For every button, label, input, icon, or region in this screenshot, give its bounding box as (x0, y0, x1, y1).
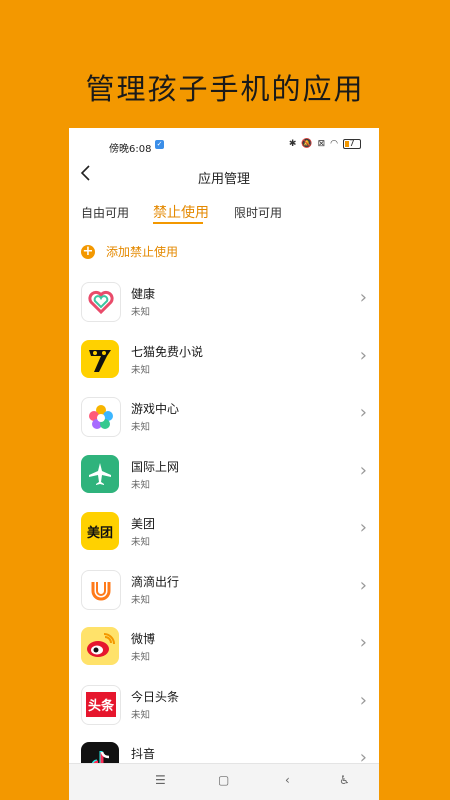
app-status: 未知 (131, 594, 151, 606)
phone-screen: 傍晚6:08 ✓ ✱ 🔕 ⊠ ◠ 7 应用管理 自由可用 禁止使用 限时可用 +… (69, 128, 379, 800)
home-square-icon[interactable]: ▢ (218, 773, 229, 787)
app-status: 未知 (131, 479, 151, 491)
app-status: 未知 (131, 537, 151, 548)
back-triangle-icon[interactable]: ‹ (285, 773, 290, 787)
tab-bar: 自由可用 禁止使用 限时可用 (69, 198, 379, 230)
status-time: 傍晚6:08 (109, 144, 152, 155)
menu-icon[interactable]: ☰ (155, 773, 166, 787)
bluetooth-icon: ✱ (288, 139, 297, 149)
plus-circle-icon: + (81, 243, 95, 259)
wifi-icon: ◠ (330, 139, 338, 149)
app-name: 滴滴出行 (131, 574, 180, 589)
app-name: 今日头条 (131, 689, 180, 704)
headline: 管理孩子手机的应用 (85, 72, 365, 106)
battery-icon: 7 (343, 139, 361, 149)
app-notification-icon: ✓ (155, 140, 164, 149)
active-tab-indicator (153, 222, 203, 224)
app-status: 未知 (131, 422, 151, 433)
sim-icon: ⊠ (317, 139, 326, 149)
chevron-right-icon: › (359, 344, 367, 366)
page-title: 应用管理 (197, 172, 250, 187)
health-heart-icon (81, 282, 121, 322)
mute-icon: 🔕 (301, 139, 313, 149)
app-status: 未知 (131, 307, 151, 318)
add-forbidden-button[interactable]: + 添加禁止使用 (81, 243, 178, 260)
airplane-icon (81, 454, 119, 493)
meituan-icon: 美团 (81, 512, 119, 550)
chevron-right-icon: › (359, 517, 367, 538)
chevron-right-icon: › (359, 459, 367, 481)
tab-time-limited[interactable]: 限时可用 (234, 204, 282, 221)
app-status: 未知 (131, 364, 151, 376)
app-item-meituan[interactable]: 美团 美团 未知 › (69, 503, 379, 561)
app-name: 国际上网 (131, 459, 180, 474)
app-item-qimao[interactable]: 七猫免费小说 未知 › (69, 331, 379, 389)
app-name: 健康 (131, 287, 156, 301)
chevron-right-icon: › (359, 287, 367, 308)
chevron-right-icon: › (359, 402, 367, 423)
app-name: 美团 (131, 517, 156, 531)
app-item-health[interactable]: 健康 未知 › (69, 273, 379, 331)
qimao-cat-icon (81, 339, 119, 378)
tab-forbidden[interactable]: 禁止使用 (153, 202, 209, 222)
toutiao-icon: 头条 (81, 684, 121, 725)
chevron-right-icon: › (359, 574, 367, 596)
app-item-weibo[interactable]: 微博 未知 › (69, 618, 379, 676)
chevron-right-icon: › (359, 632, 367, 653)
app-item-didi[interactable]: 滴滴出行 未知 › (69, 561, 379, 619)
didi-icon (81, 569, 121, 610)
system-nav-bar: ☰ ▢ ‹ ♿ (69, 763, 379, 800)
app-name: 抖音 (131, 747, 156, 761)
app-item-toutiao[interactable]: 头条 今日头条 未知 › (69, 676, 379, 734)
chevron-right-icon: › (359, 689, 367, 711)
app-item-game-center[interactable]: 游戏中心 未知 › (69, 388, 379, 446)
toutiao-icon-text: 头条 (85, 692, 116, 717)
app-name: 游戏中心 (131, 402, 180, 416)
game-star-icon (81, 397, 121, 437)
accessibility-icon[interactable]: ♿ (339, 773, 350, 787)
add-forbidden-label: 添加禁止使用 (106, 245, 179, 259)
tab-free-use[interactable]: 自由可用 (81, 204, 129, 221)
app-status: 未知 (131, 709, 151, 721)
app-name: 微博 (131, 632, 156, 646)
meituan-icon-text: 美团 (86, 525, 113, 541)
nav-bar: 应用管理 (69, 162, 379, 192)
weibo-eye-icon (81, 627, 119, 665)
app-item-international-net[interactable]: 国际上网 未知 › (69, 446, 379, 504)
app-status: 未知 (131, 652, 151, 663)
app-list: 健康 未知 › 七猫免费小说 未知 › 游戏中心 未知 › 国际上网 未知 › … (69, 273, 379, 791)
app-name: 七猫免费小说 (131, 344, 204, 359)
status-icons: ✱ 🔕 ⊠ ◠ 7 (289, 139, 361, 149)
status-bar: 傍晚6:08 ✓ ✱ 🔕 ⊠ ◠ 7 (69, 128, 379, 162)
